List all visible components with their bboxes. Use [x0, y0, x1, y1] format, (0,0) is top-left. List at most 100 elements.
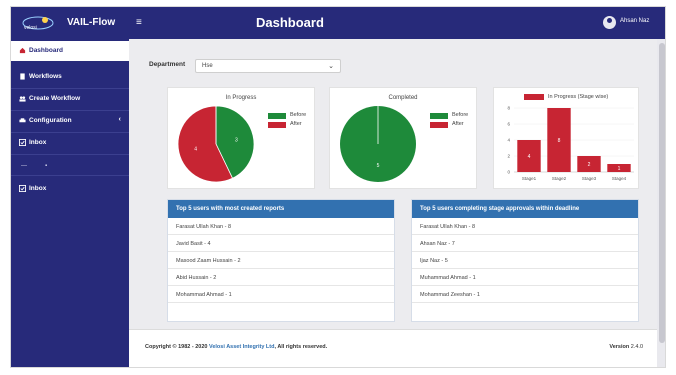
top-approvers-heading: Top 5 users completing stage approvals w…: [412, 200, 638, 218]
legend-label: Before: [452, 112, 469, 118]
legend-label: Before: [290, 112, 307, 118]
legend-swatch: [524, 94, 544, 100]
legend-swatch: [430, 122, 448, 128]
legend-label: After: [452, 121, 464, 127]
page-scrollbar[interactable]: [657, 39, 665, 367]
department-label: Department: [149, 61, 186, 68]
x-tick-label: Stage4: [612, 176, 627, 181]
sidebar-item-workflows[interactable]: Workflows: [11, 67, 129, 87]
list-item: Ahsan Naz - 7: [412, 235, 638, 252]
bar-data-label: 4: [528, 154, 531, 160]
sidebar-item-label: Inbox: [29, 185, 47, 192]
sidebar-item-label: Inbox: [29, 139, 47, 146]
list-item: Ijaz Naz - 5: [412, 252, 638, 269]
copyright-text: Copyright © 1982 - 2020 Velosi Asset Int…: [145, 344, 327, 350]
sidebar-item-dashboard[interactable]: Dashboard: [11, 41, 129, 61]
in-progress-chart-card: In Progress 34 Before After: [167, 87, 315, 189]
list-item-text: Mohammad Zeeshan - 1: [420, 292, 480, 298]
stage-bar-chart-card: In Progress (Stage wise) 0 2 4 6 8 4 Stage1 8 St…: [493, 87, 639, 189]
list-item: Abid Hussain - 2: [168, 269, 394, 286]
sidebar-item-create-workflow[interactable]: Create Workflow: [11, 89, 129, 109]
bar-data-label: 8: [558, 138, 561, 144]
top-creators-heading: Top 5 users with most created reports: [168, 200, 394, 218]
y-tick-label: 4: [507, 138, 510, 143]
pie-data-label: 4: [194, 147, 197, 153]
list-item-text: Farasat Ullah Khan - 8: [420, 224, 476, 230]
sidebar-item-label: Configuration: [29, 117, 72, 124]
page-footer: Copyright © 1982 - 2020 Velosi Asset Int…: [129, 329, 657, 367]
app-logo-text: VAIL-Flow: [67, 17, 116, 28]
copyright-prefix: Copyright © 1982 - 2020: [145, 344, 208, 350]
home-icon: [19, 47, 26, 54]
list-item-text: Ijaz Naz - 5: [420, 258, 448, 264]
list-item-text: Masood Zaam Hussain - 2: [176, 258, 241, 264]
x-tick-label: Stage2: [552, 176, 567, 181]
list-item: Farasat Ullah Khan - 8: [412, 218, 638, 235]
legend-swatch: [268, 122, 286, 128]
company-link[interactable]: Velosi Asset Integrity Ltd: [209, 344, 275, 350]
stage-bar-chart: 0 2 4 6 8 4 Stage1 8 Stage2 2 Stage3 1 Stage4: [507, 106, 634, 181]
page-title: Dashboard: [256, 15, 324, 30]
inbox-icon: [19, 139, 26, 146]
chevron-left-icon: ‹: [118, 116, 121, 123]
department-select-value: Hse: [202, 63, 213, 69]
department-select[interactable]: Hse ⌄: [195, 59, 341, 73]
x-tick-label: Stage1: [522, 176, 537, 181]
top-navbar: velosi VAIL-Flow ≡ Dashboard Ahsan Naz: [11, 7, 665, 39]
user-name[interactable]: Ahsan Naz: [620, 18, 649, 24]
sidebar-divider: [11, 154, 129, 155]
sidebar-item-inbox-2[interactable]: Inbox: [11, 179, 129, 199]
list-item-text: Javid Basit - 4: [176, 241, 211, 247]
pie-data-label: 5: [377, 163, 380, 169]
list-item: Mohammad Ahmad - 1: [168, 286, 394, 303]
top-creators-panel: Top 5 users with most created reports Fa…: [167, 199, 395, 322]
scrollbar-thumb[interactable]: [659, 43, 665, 343]
copyright-rights: , All rights reserved.: [274, 344, 328, 350]
user-avatar-icon[interactable]: [603, 16, 616, 29]
version-value: 2.4.0: [630, 344, 643, 350]
sidebar-collapse-marker: —: [21, 163, 27, 169]
chevron-down-icon: ⌄: [328, 63, 334, 70]
sidebar-item-inbox[interactable]: Inbox: [11, 133, 129, 153]
sidebar-divider: [11, 175, 129, 176]
bar-data-label: 1: [618, 166, 621, 172]
completed-chart-card: Completed 5 Before After: [329, 87, 477, 189]
bar-data-label: 2: [588, 162, 591, 168]
list-item: Javid Basit - 4: [168, 235, 394, 252]
menu-toggle-button[interactable]: ≡: [136, 17, 142, 28]
legend-label: After: [290, 121, 302, 127]
completed-chart-title: Completed: [388, 95, 418, 101]
list-item-text: Abid Hussain - 2: [176, 275, 217, 281]
in-progress-pie-chart: 34: [177, 105, 255, 183]
inbox-icon: [19, 185, 26, 192]
x-tick-label: Stage3: [582, 176, 597, 181]
top-approvers-panel: Top 5 users completing stage approvals w…: [411, 199, 639, 322]
svg-text:velosi: velosi: [24, 25, 37, 31]
version-label: Version: [609, 344, 630, 350]
list-item: Muhammad Ahmad - 1: [412, 269, 638, 286]
list-item: Masood Zaam Hussain - 2: [168, 252, 394, 269]
car-icon: [19, 118, 26, 123]
list-item-text: Muhammad Ahmad - 1: [420, 275, 476, 281]
list-item: Mohammad Zeeshan - 1: [412, 286, 638, 303]
list-item-text: Farasat Ullah Khan - 8: [176, 224, 232, 230]
y-tick-label: 8: [507, 106, 510, 111]
y-tick-label: 6: [507, 122, 510, 127]
sidebar-item-label: Create Workflow: [29, 95, 81, 102]
file-icon: [20, 73, 25, 80]
app-window: velosi VAIL-Flow ≡ Dashboard Ahsan Naz D…: [10, 6, 666, 368]
legend-swatch: [430, 113, 448, 119]
logo-icon: velosi: [22, 16, 54, 31]
legend-swatch: [268, 113, 286, 119]
users-icon: [19, 96, 26, 102]
legend-label: In Progress (Stage wise): [548, 94, 609, 100]
list-item-text: Mohammad Ahmad - 1: [176, 292, 232, 298]
main-content: Department Hse ⌄ In Progress 34 Before A…: [129, 39, 657, 367]
sidebar: Dashboard Workflows Create Workflow Conf…: [11, 39, 129, 367]
version-text: Version 2.4.0: [609, 344, 643, 350]
sidebar-item-configuration[interactable]: Configuration ‹: [11, 111, 129, 131]
in-progress-chart-title: In Progress: [225, 95, 257, 101]
list-item-text: Ahsan Naz - 7: [420, 241, 455, 247]
completed-pie-chart: 5: [340, 106, 416, 182]
sidebar-item-label: Dashboard: [29, 47, 63, 54]
